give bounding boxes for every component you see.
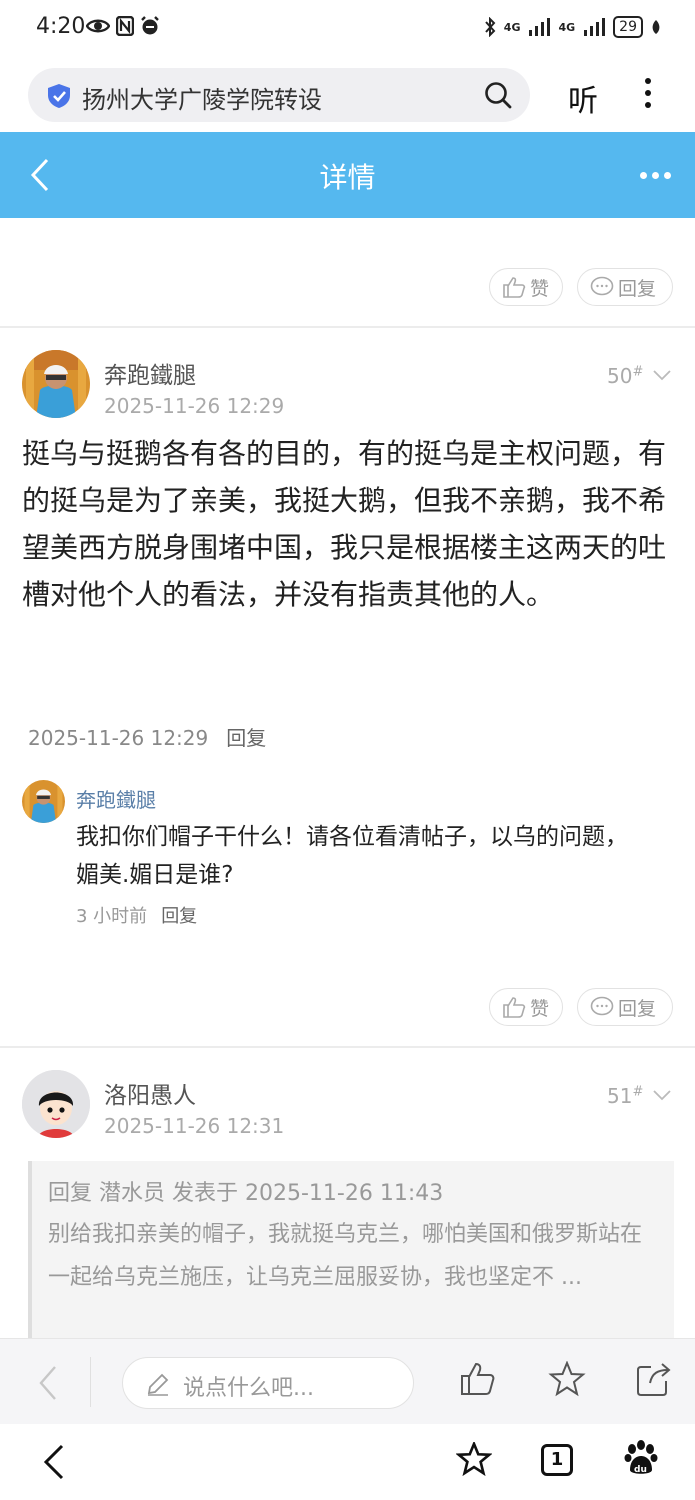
post-meta-time: 2025-11-26 12:29 [28,726,209,750]
listen-button[interactable]: 听 [568,76,598,120]
tabs-button[interactable]: 1 [541,1444,573,1476]
post-body: 挺乌与挺鹅各有各的目的，有的挺乌是主权问题，有的挺乌是为了亲美，我挺大鹅，但我不… [22,437,667,611]
previous-post-actions: 赞 回复 [489,268,673,306]
pen-icon [147,1373,169,1396]
chevron-down-icon[interactable] [652,369,672,381]
status-bar: 4:20 4G 4G 29 [0,0,695,56]
bluetooth-icon [485,17,496,37]
floor-number: 50# [607,364,644,388]
shield-icon [48,84,70,108]
comment-icon [590,996,614,1016]
sub-reply-text: 我扣你们帽子干什么！请各位看清帖子，以乌的问题，媚美.媚日是谁? [76,824,628,888]
reply-button[interactable]: 回复 [577,268,673,306]
network-label-1: 4G [503,20,521,34]
floor-number: 51# [607,1084,644,1108]
address-text: 扬州大学广陵学院转设 [82,86,322,114]
chevron-down-icon[interactable] [652,1089,672,1101]
svg-text:du: du [634,1465,647,1475]
star-icon[interactable] [456,1442,492,1476]
sub-reply-meta: 3 小时前 回复 [76,902,197,928]
eye-icon [86,19,110,33]
network-label-2: 4G [558,20,576,34]
quote-header: 回复 潜水员 发表于 2025-11-26 11:43 [48,1181,444,1206]
like-label: 赞 [530,997,550,1020]
back-icon[interactable] [42,1444,66,1480]
sub-reply-username[interactable]: 奔跑鐵腿 [76,784,156,813]
like-button[interactable]: 赞 [489,988,563,1026]
thread-content: 赞 回复 奔跑鐵腿 2025-11-26 12:29 50# 挺乌与挺鹅各有各的… [0,218,695,1338]
thumbs-up-icon[interactable] [460,1361,496,1397]
quoted-reply: 回复 潜水员 发表于 2025-11-26 11:43 别给我扣亲美的帽子，我就… [28,1161,674,1338]
signal-icon [529,18,551,36]
reply-button[interactable]: 回复 [577,988,673,1026]
post-actions: 赞 回复 [489,988,673,1026]
back-icon[interactable] [38,1365,58,1401]
thumbs-up-icon [503,997,526,1018]
thumbs-up-icon [503,277,526,298]
comment-placeholder: 说点什么吧... [183,1376,314,1401]
post-divider [0,1046,695,1048]
avatar[interactable] [22,350,90,418]
post-time: 2025-11-26 12:31 [104,1114,285,1138]
like-button[interactable]: 赞 [489,268,563,306]
username[interactable]: 洛阳愚人 [104,1076,196,1110]
star-icon[interactable] [548,1361,586,1397]
separator [90,1357,91,1407]
nfc-icon [116,16,134,36]
avatar[interactable] [22,1070,90,1138]
page-header: 详情 [0,132,695,218]
quote-body: 别给我扣亲美的帽子，我就挺乌克兰，哪怕美国和俄罗斯站在一起给乌克兰施压，让乌克兰… [48,1222,643,1290]
reply-label: 回复 [618,997,657,1020]
like-label: 赞 [530,277,550,300]
sub-reply-link[interactable]: 回复 [161,906,197,927]
post-time: 2025-11-26 12:29 [104,394,285,418]
search-icon[interactable] [484,81,512,109]
comment-icon [590,276,614,296]
share-icon[interactable] [636,1361,672,1397]
address-bar[interactable]: 扬州大学广陵学院转设 [28,68,530,122]
more-options-icon[interactable] [640,172,671,179]
username[interactable]: 奔跑鐵腿 [104,356,196,390]
comment-bar: 说点什么吧... [0,1338,695,1424]
comment-input[interactable]: 说点什么吧... [122,1357,414,1409]
avatar[interactable] [22,780,65,823]
page-title: 详情 [319,161,376,194]
post-meta: 2025-11-26 12:29 回复 [28,722,266,751]
battery-indicator: 29 [613,16,643,38]
baidu-paw-icon[interactable]: du [624,1440,658,1476]
reply-link[interactable]: 回复 [226,726,266,750]
sub-reply-time: 3 小时前 [76,906,148,927]
post-divider [0,326,695,328]
alarm-icon [141,16,159,35]
reply-label: 回复 [618,277,657,300]
browser-navbar: 1 du [0,1424,695,1500]
signal-icon [584,18,606,36]
leaf-icon [652,20,660,34]
browser-bar: 扬州大学广陵学院转设 听 [0,56,695,132]
status-time: 4:20 [36,14,86,39]
more-menu-icon[interactable] [640,78,656,112]
